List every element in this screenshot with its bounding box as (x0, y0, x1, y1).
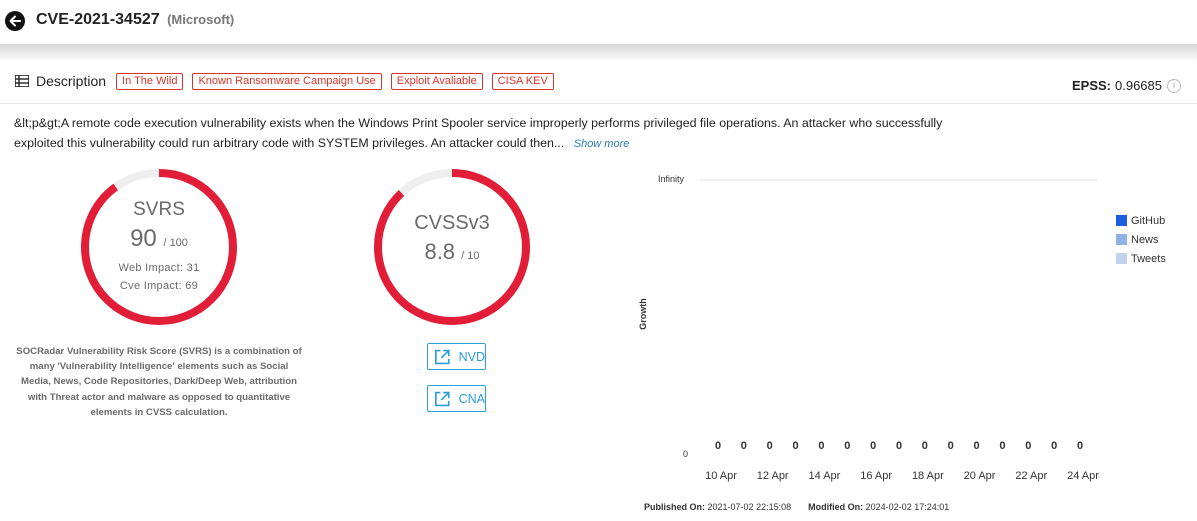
cvss-label: CVSSv3 (414, 212, 490, 234)
x-tick-label: 10 Apr (705, 470, 737, 482)
external-link-icon (435, 349, 450, 364)
dates-footer: Published On: 2021-07-02 22:15:08 Modifi… (644, 502, 949, 512)
data-label: 0 (767, 440, 773, 452)
tag-ransomware-campaign: Known Ransomware Campaign Use (192, 72, 382, 90)
svrs-score-denom: / 100 (163, 237, 188, 249)
nvd-label: NVD (458, 349, 485, 364)
published-label: Published On: (644, 502, 706, 512)
data-label: 0 (793, 440, 799, 452)
x-tick-label: 24 Apr (1067, 470, 1099, 482)
legend-label-github: GitHub (1131, 214, 1166, 227)
cvss-gauge: CVSSv3 8.8 / 10 (372, 167, 532, 327)
cvss-score: 8.8 / 10 (372, 239, 532, 265)
description-header: Description In The Wild Known Ransomware… (15, 70, 563, 92)
x-tick-label: 16 Apr (860, 470, 892, 482)
x-tick-label: 14 Apr (809, 470, 841, 482)
legend-tweets[interactable]: Tweets (1116, 249, 1166, 268)
description-text: &lt;p&gt;A remote code execution vulnera… (14, 114, 944, 154)
cvss-score-value: 8.8 (424, 239, 456, 264)
data-label: 0 (974, 440, 980, 452)
epss-value: 0.96685 (1115, 78, 1162, 93)
data-label: 0 (844, 440, 850, 452)
vendor-name: (Microsoft) (167, 12, 235, 27)
tag-in-the-wild: In The Wild (116, 72, 184, 90)
epss-label: EPSS: (1071, 78, 1111, 93)
svrs-label: SVRS (133, 199, 185, 220)
chart-legend: GitHub News Tweets (1116, 211, 1166, 268)
x-tick-label: 18 Apr (912, 470, 944, 482)
page-title: CVE-2021-34527 (Microsoft) (36, 11, 234, 29)
external-link-icon (435, 391, 450, 406)
svrs-description: SOCRadar Vulnerability Risk Score (SVRS)… (16, 346, 302, 418)
y-tick-label: 0 (683, 449, 688, 459)
info-icon[interactable]: i (1167, 78, 1181, 93)
data-label: 0 (1051, 440, 1057, 452)
legend-label-tweets: Tweets (1131, 252, 1166, 265)
epss-score: EPSS: 0.96685 i (1072, 78, 1181, 93)
modified-label: Modified On: (808, 502, 864, 512)
svrs-gauge: SVRS 90 / 100 Web Impact: 31 Cve Impact:… (79, 167, 239, 327)
description-label: Description (36, 73, 107, 89)
back-button[interactable] (5, 11, 25, 31)
web-impact: Web Impact: 31 (118, 262, 200, 274)
header-shadow (0, 44, 1197, 62)
legend-github[interactable]: GitHub (1116, 211, 1166, 230)
divider (0, 103, 1197, 104)
arrow-left-icon (9, 15, 21, 27)
data-label: 0 (1077, 440, 1083, 452)
y-axis-label: Growth (638, 298, 648, 330)
tag-exploit-available: Exploit Avaliable (390, 72, 483, 90)
cvss-score-denom: / 10 (461, 250, 480, 262)
tag-cisa-kev: CISA KEV (491, 72, 554, 90)
cve-impact: Cve Impact: 69 (119, 280, 199, 292)
legend-swatch-github (1116, 215, 1127, 226)
data-label: 0 (818, 440, 824, 452)
legend-swatch-news (1116, 234, 1127, 245)
description-body: &lt;p&gt;A remote code execution vulnera… (14, 116, 943, 150)
cna-button[interactable]: CNA (427, 385, 486, 412)
data-label: 0 (999, 440, 1005, 452)
svrs-score-value: 90 (130, 225, 157, 252)
modified-date: 2024-02-02 17:24:01 (865, 502, 950, 512)
x-tick-label: 20 Apr (964, 470, 996, 482)
page-header: CVE-2021-34527 (Microsoft) (0, 0, 1197, 46)
data-label: 0 (948, 440, 954, 452)
cve-id: CVE-2021-34527 (36, 11, 160, 28)
legend-news[interactable]: News (1116, 230, 1166, 249)
show-more-link[interactable]: Show more (574, 138, 630, 150)
legend-label-news: News (1131, 233, 1159, 246)
data-label: 0 (715, 440, 721, 452)
svrs-score: 90 / 100 (79, 225, 239, 253)
list-icon (15, 75, 29, 87)
data-label: 0 (1025, 440, 1031, 452)
y-tick-infinity: Infinity (658, 174, 685, 184)
x-tick-label: 12 Apr (757, 470, 789, 482)
published-date: 2021-07-02 22:15:08 (707, 502, 792, 512)
x-tick-label: 22 Apr (1015, 470, 1047, 482)
legend-swatch-tweets (1116, 253, 1127, 264)
data-label: 0 (870, 440, 876, 452)
nvd-button[interactable]: NVD (427, 343, 486, 370)
data-label: 0 (922, 440, 928, 452)
data-label: 0 (741, 440, 747, 452)
data-label: 0 (896, 440, 902, 452)
cna-label: CNA (458, 391, 485, 406)
